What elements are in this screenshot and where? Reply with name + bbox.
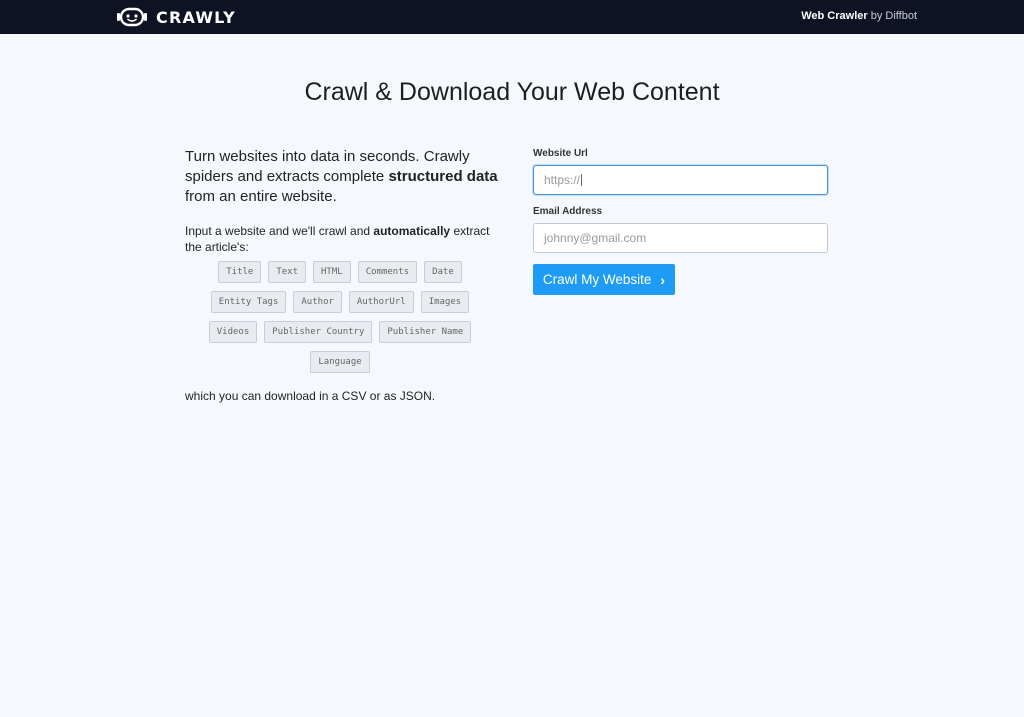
brand-link-rest: by Diffbot: [867, 10, 917, 22]
brand-link-strong: Web Crawler: [801, 10, 868, 22]
tag-author-url: AuthorUrl: [348, 291, 414, 313]
tag-text: Text: [268, 261, 307, 283]
email-label: Email Address: [533, 206, 603, 217]
lead-bold: structured data: [388, 168, 498, 185]
tag-date: Date: [424, 261, 462, 283]
tag-title: Title: [218, 261, 262, 283]
email-placeholder: johnny@gmail.com: [544, 231, 647, 245]
logo-text: CRAWLY: [156, 7, 236, 27]
download-format-note: which you can download in a CSV or as JS…: [185, 389, 436, 403]
top-navigation-bar: CRAWLY Web Crawler by Diffbot: [0, 0, 1024, 34]
url-placeholder: https://: [544, 173, 581, 187]
intro-sub: Input a website and we'll crawl and auto…: [185, 223, 505, 255]
email-field-group: Email Address johnny@gmail.com: [533, 206, 828, 253]
tag-publisher-name: Publisher Name: [379, 321, 472, 343]
tag-videos: Videos: [208, 321, 258, 343]
web-crawler-by-diffbot-link[interactable]: Web Crawler by Diffbot: [801, 10, 917, 22]
tag-language: Language: [310, 351, 370, 373]
tag-comments: Comments: [357, 261, 418, 283]
crawl-form: Website Url https:// Email Address johnn…: [533, 148, 828, 295]
tag-entity-tags: Entity Tags: [210, 291, 287, 313]
text-cursor: [581, 174, 583, 186]
website-url-input[interactable]: https://: [533, 165, 828, 195]
lead-part2: from an entire website.: [185, 188, 337, 205]
intro-lead: Turn websites into data in seconds. Craw…: [185, 147, 505, 207]
crawl-button-label: Crawl My Website: [542, 272, 652, 287]
crawl-my-website-button[interactable]: Crawl My Website ›: [533, 264, 675, 295]
tag-author: Author: [293, 291, 342, 313]
robot-face-icon: [117, 7, 147, 27]
sub-bold: automatically: [373, 224, 451, 238]
url-label: Website Url: [533, 148, 588, 159]
url-field-group: Website Url https://: [533, 148, 828, 195]
chevron-right-icon: ›: [660, 271, 666, 288]
extracted-fields-tags: Title Text HTML Comments Date Entity Tag…: [185, 261, 495, 373]
intro-section: Turn websites into data in seconds. Craw…: [185, 147, 505, 403]
email-address-input[interactable]: johnny@gmail.com: [533, 223, 828, 253]
tag-images: Images: [420, 291, 470, 313]
tag-html: HTML: [313, 261, 351, 283]
crawly-logo[interactable]: CRAWLY: [116, 7, 236, 27]
tag-publisher-country: Publisher Country: [264, 321, 373, 343]
page-title: Crawl & Download Your Web Content: [304, 78, 720, 106]
sub-part1: Input a website and we'll crawl and: [185, 224, 374, 238]
